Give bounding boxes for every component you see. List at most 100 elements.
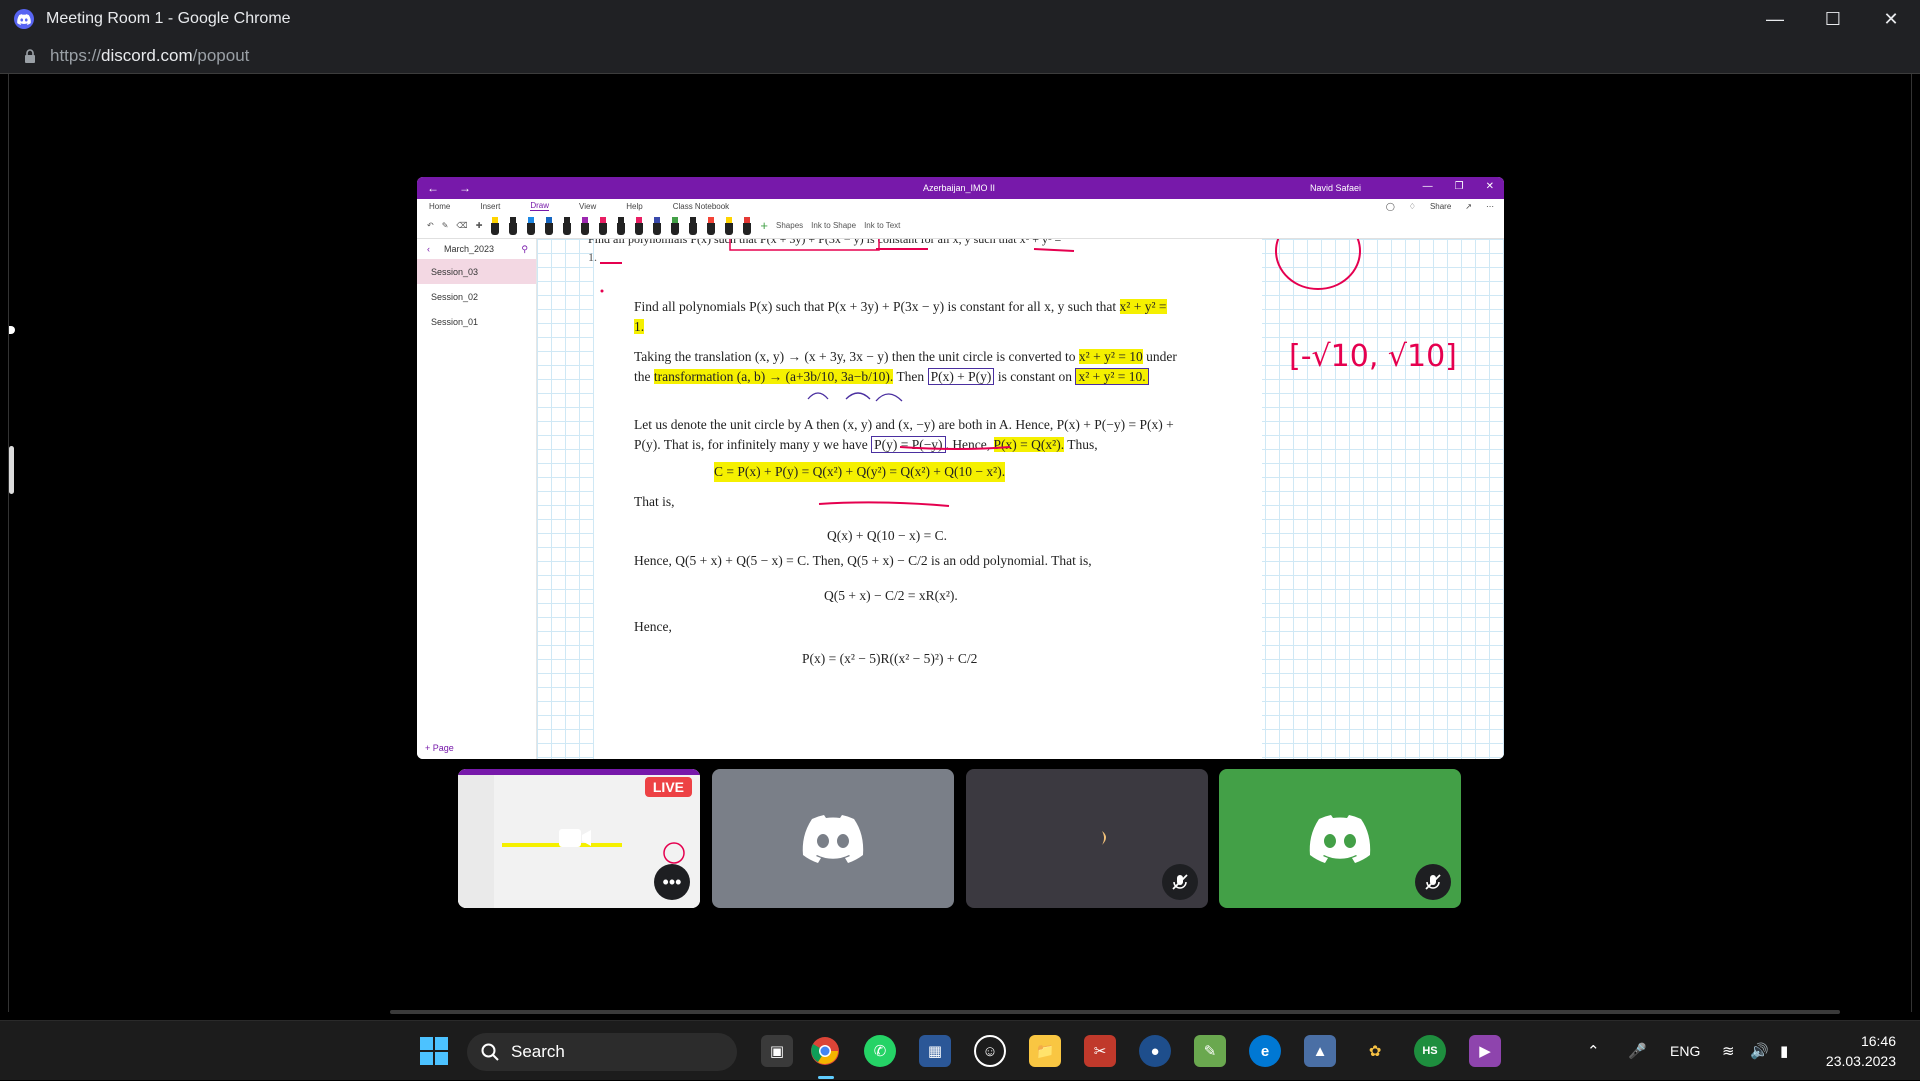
windows-start-icon[interactable] [420, 1037, 448, 1065]
participant-tile-3[interactable] [966, 769, 1208, 908]
light-spot [1102, 831, 1106, 845]
tab-help[interactable]: Help [626, 202, 642, 211]
pen-tool-1[interactable] [490, 216, 500, 235]
pen-tool-6[interactable] [580, 216, 590, 235]
participant-tile-4[interactable] [1219, 769, 1461, 908]
expand-icon[interactable]: ↗ [1465, 202, 1472, 211]
clock[interactable]: 16:46 23.03.2023 [1826, 1031, 1896, 1071]
page-item-session-02[interactable]: Session_02 [417, 284, 536, 309]
user-name: Navid Safaei [1310, 183, 1362, 193]
battery-icon[interactable]: ▮ [1780, 1021, 1788, 1081]
minimize-button[interactable]: — [1746, 0, 1804, 38]
tab-draw[interactable]: Draw [530, 201, 550, 211]
pen-tool-5[interactable] [562, 216, 572, 235]
discord-icon [14, 9, 34, 29]
store-icon[interactable]: ▦ [919, 1035, 951, 1067]
taskbar-search[interactable]: Search [467, 1033, 737, 1071]
horizontal-scrollbar[interactable] [390, 1010, 1840, 1014]
page-item-session-01[interactable]: Session_01 [417, 309, 536, 334]
taskbar: Search ▣ ✆ ▦ ☺ 📁 ✂ ● ✎ e ▲ ✿ HS ▶ ⌃ 🎤 EN… [0, 1020, 1920, 1080]
microphone-icon[interactable]: 🎤 [1628, 1021, 1647, 1081]
section-name: March_2023 [444, 244, 495, 254]
add-page-button[interactable]: + Page [425, 743, 454, 753]
lock-icon [25, 48, 35, 63]
lightbulb-icon[interactable]: ◯ [1386, 202, 1395, 211]
date-text: 23.03.2023 [1825, 1053, 1896, 1069]
chart-app-icon[interactable]: ▲ [1304, 1035, 1336, 1067]
maximize-button[interactable]: ☐ [1804, 0, 1862, 38]
note-canvas[interactable]: Find all polynomials P(x) such that P(x … [537, 239, 1504, 759]
app-icon-yellow[interactable]: ✿ [1359, 1035, 1391, 1067]
bell-icon[interactable]: ♢ [1409, 202, 1416, 211]
close-icon[interactable]: ✕ [1486, 181, 1494, 192]
pen-tool-8[interactable] [616, 216, 626, 235]
tab-view[interactable]: View [579, 202, 596, 211]
language-indicator[interactable]: ENG [1670, 1021, 1700, 1081]
pen-tool-12[interactable] [688, 216, 698, 235]
page-item-session-03[interactable]: Session_03 [417, 259, 536, 284]
pen-tool-2[interactable] [508, 216, 518, 235]
whatsapp-icon[interactable]: ✆ [864, 1035, 896, 1067]
ink-strokes [600, 239, 1075, 507]
copilot-icon[interactable]: ☺ [974, 1035, 1006, 1067]
file-explorer-icon[interactable]: 📁 [1029, 1035, 1061, 1067]
back-arrow-icon[interactable]: ← [427, 181, 439, 195]
undo-icon[interactable]: ↶ [427, 221, 434, 230]
eraser-icon[interactable]: ⌫ [456, 221, 467, 230]
task-view-icon[interactable]: ▣ [761, 1035, 793, 1067]
search-icon[interactable]: ⚲ [521, 244, 528, 255]
pen-tool-10[interactable] [652, 216, 662, 235]
shared-screen[interactable]: ← → Azerbaijan_IMO II Navid Safaei — ❐ ✕ Ho… [417, 177, 1504, 759]
muted-mic-icon [1415, 864, 1451, 900]
lasso-icon[interactable]: ✎ [442, 221, 449, 230]
pen-tool-11[interactable] [670, 216, 680, 235]
tab-home[interactable]: Home [429, 202, 450, 211]
restore-icon[interactable]: ❐ [1455, 181, 1464, 192]
share-button[interactable]: Share [1430, 202, 1451, 211]
side-panel-handle[interactable] [9, 446, 14, 494]
shapes-button[interactable]: Shapes [776, 221, 803, 230]
participant-tile-screenshare[interactable]: LIVE ••• [458, 769, 700, 908]
pen-tool-9[interactable] [634, 216, 644, 235]
page-navigation: ‹ March_2023 ⚲ Session_03 Session_02 Sessi… [417, 239, 537, 759]
add-space-icon[interactable]: ✚ [476, 221, 483, 230]
clipchamp-icon[interactable]: ▶ [1469, 1035, 1501, 1067]
more-options-button[interactable]: ••• [654, 864, 690, 900]
edge-icon[interactable]: e [1249, 1035, 1281, 1067]
ink-to-text-button[interactable]: Ink to Text [864, 221, 900, 230]
forward-arrow-icon[interactable]: → [459, 181, 471, 195]
hs-app-icon[interactable]: HS [1414, 1035, 1446, 1067]
volume-icon[interactable]: 🔊 [1750, 1021, 1769, 1081]
tab-class-notebook[interactable]: Class Notebook [673, 202, 729, 211]
time-text: 16:46 [1860, 1033, 1896, 1049]
app-icon-green[interactable]: ✎ [1194, 1035, 1226, 1067]
pen-tool-3[interactable] [526, 216, 536, 235]
notebook-title: Azerbaijan_IMO II [923, 183, 996, 193]
snipping-tool-icon[interactable]: ✂ [1084, 1035, 1116, 1067]
interval-annotation: [-√10, √10] [1289, 339, 1457, 374]
pen-tool-14[interactable] [724, 216, 734, 235]
onenote-title-bar: ← → Azerbaijan_IMO II Navid Safaei — ❐ ✕ [417, 177, 1504, 199]
wifi-icon[interactable]: ≋ [1722, 1021, 1735, 1081]
tray-chevron-icon[interactable]: ⌃ [1587, 1021, 1600, 1081]
chrome-icon[interactable] [809, 1035, 841, 1067]
pen-tool-13[interactable] [706, 216, 716, 235]
back-chevron-icon[interactable]: ‹ [427, 244, 430, 254]
pen-tool-7[interactable] [598, 216, 608, 235]
pen-tool-15[interactable] [742, 216, 752, 235]
pen-tool-4[interactable] [544, 216, 554, 235]
close-button[interactable]: ✕ [1862, 0, 1920, 38]
ink-to-shape-button[interactable]: Ink to Shape [811, 221, 856, 230]
scroll-marker [9, 326, 15, 334]
muted-mic-icon [1162, 864, 1198, 900]
browser-title-bar: Meeting Room 1 - Google Chrome — ☐ ✕ [0, 0, 1920, 38]
add-pen-icon[interactable]: + [760, 218, 768, 233]
more-options-icon[interactable]: ⋯ [1486, 202, 1494, 211]
participant-tile-2[interactable] [712, 769, 954, 908]
url-text[interactable]: https://discord.com/popout [50, 46, 249, 66]
draw-toolbar: ↶ ✎ ⌫ ✚ + Shapes Ink to Shape Ink to Text [417, 213, 1504, 239]
tab-insert[interactable]: Insert [480, 202, 500, 211]
minimize-icon[interactable]: — [1423, 181, 1433, 192]
app-icon-blue[interactable]: ● [1139, 1035, 1171, 1067]
address-bar[interactable]: https://discord.com/popout [0, 38, 1920, 74]
